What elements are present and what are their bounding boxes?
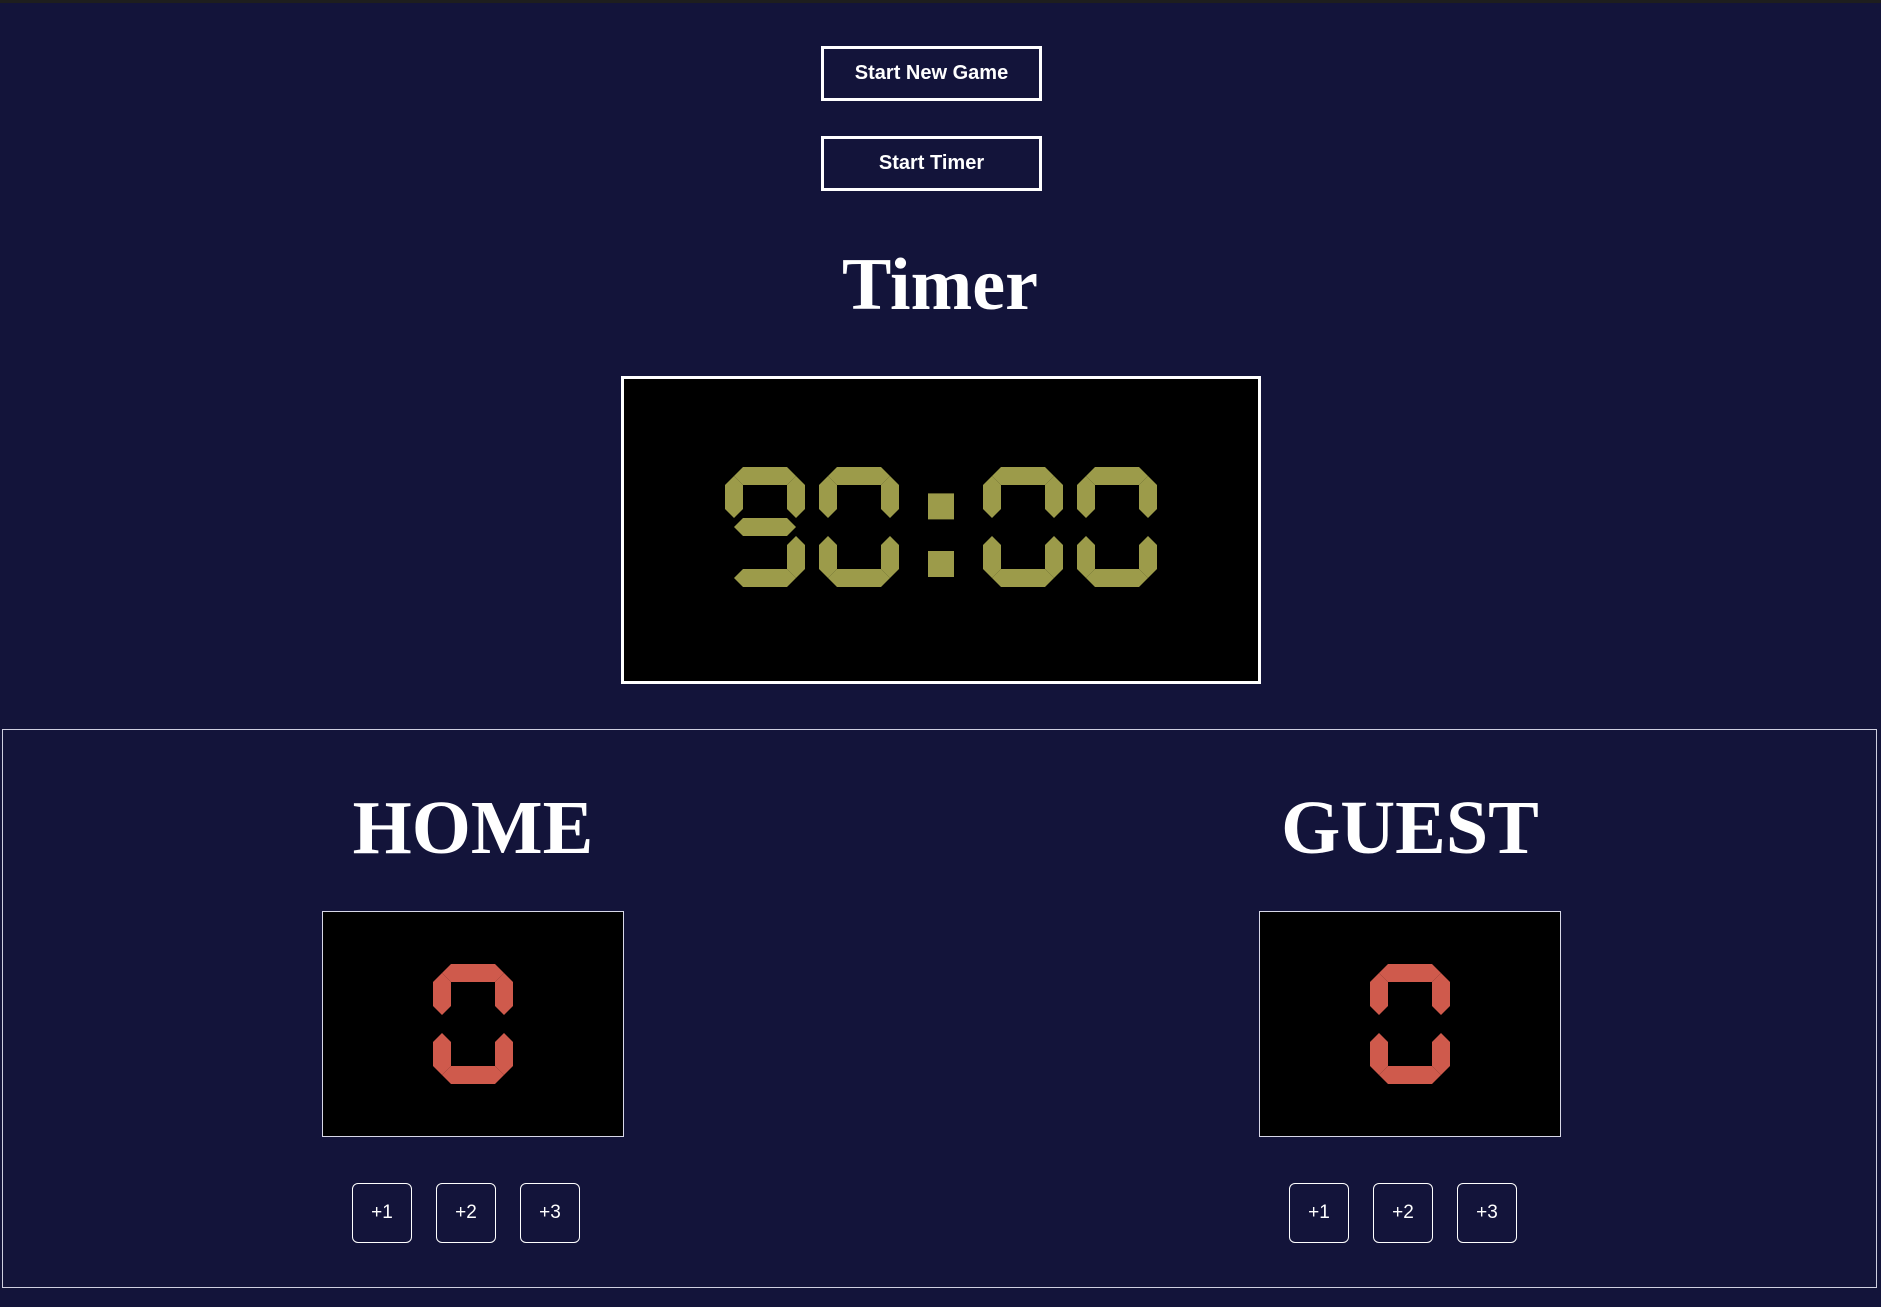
start-new-game-button[interactable]: Start New Game [821, 46, 1042, 101]
timer-colon-dot [928, 551, 954, 577]
guest-score-digit-0-segment-a [1379, 964, 1441, 982]
timer-digit-0-segment-d [734, 569, 796, 587]
guest-score-digits [1370, 964, 1450, 1084]
timer-digit-3 [983, 467, 1063, 587]
timer-digit-1-segment-d [828, 569, 890, 587]
timer-digit-1-segment-b [881, 476, 899, 518]
window-top-edge [0, 0, 1881, 3]
timer-digit-0-segment-g [734, 518, 796, 536]
guest-score-digit-0 [1370, 964, 1450, 1084]
home-team-name: HOME [352, 786, 594, 870]
timer-digit-3-segment-e [983, 536, 1001, 578]
timer-digit-3-segment-f [983, 476, 1001, 518]
timer-display [621, 376, 1261, 684]
guest-score-digit-0-segment-d [1379, 1066, 1441, 1084]
timer-digit-0-segment-f [725, 476, 743, 518]
timer-digit-1 [819, 467, 899, 587]
timer-digit-4-segment-a [1086, 467, 1148, 485]
home-score-digit-0-segment-b [495, 973, 513, 1015]
guest-add-1-button[interactable]: +1 [1289, 1183, 1349, 1243]
home-score-digit-0-segment-f [433, 973, 451, 1015]
timer-colon-dot [928, 493, 954, 520]
home-add-1-button[interactable]: +1 [352, 1183, 412, 1243]
timer-digit-1-segment-e [819, 536, 837, 578]
timer-digit-3-segment-a [992, 467, 1054, 485]
scoreboard: HOME GUEST +1 +2 +3 +1 +2 +3 [2, 729, 1877, 1288]
timer-digit-0 [725, 467, 805, 587]
timer-digit-4 [1077, 467, 1157, 587]
timer-digit-0-segment-b [787, 476, 805, 518]
home-add-2-button[interactable]: +2 [436, 1183, 496, 1243]
timer-digit-1-segment-a [828, 467, 890, 485]
timer-digit-0-segment-a [734, 467, 796, 485]
home-score-digit-0-segment-e [433, 1033, 451, 1075]
home-add-3-button[interactable]: +3 [520, 1183, 580, 1243]
guest-team-name: GUEST [1281, 786, 1539, 870]
guest-score-display [1259, 911, 1561, 1137]
guest-add-3-button[interactable]: +3 [1457, 1183, 1517, 1243]
timer-heading: Timer [842, 244, 1038, 326]
guest-add-2-button[interactable]: +2 [1373, 1183, 1433, 1243]
home-score-digit-0-segment-d [442, 1066, 504, 1084]
start-timer-button[interactable]: Start Timer [821, 136, 1042, 191]
home-score-digit-0-segment-c [495, 1033, 513, 1075]
home-score-display [322, 911, 624, 1137]
timer-digit-4-segment-d [1086, 569, 1148, 587]
timer-digit-1-segment-f [819, 476, 837, 518]
guest-score-digit-0-segment-e [1370, 1033, 1388, 1075]
timer-digits [725, 467, 1157, 587]
home-score-digits [433, 964, 513, 1084]
home-score-digit-0 [433, 964, 513, 1084]
timer-digit-3-segment-d [992, 569, 1054, 587]
home-score-digit-0-segment-a [442, 964, 504, 982]
